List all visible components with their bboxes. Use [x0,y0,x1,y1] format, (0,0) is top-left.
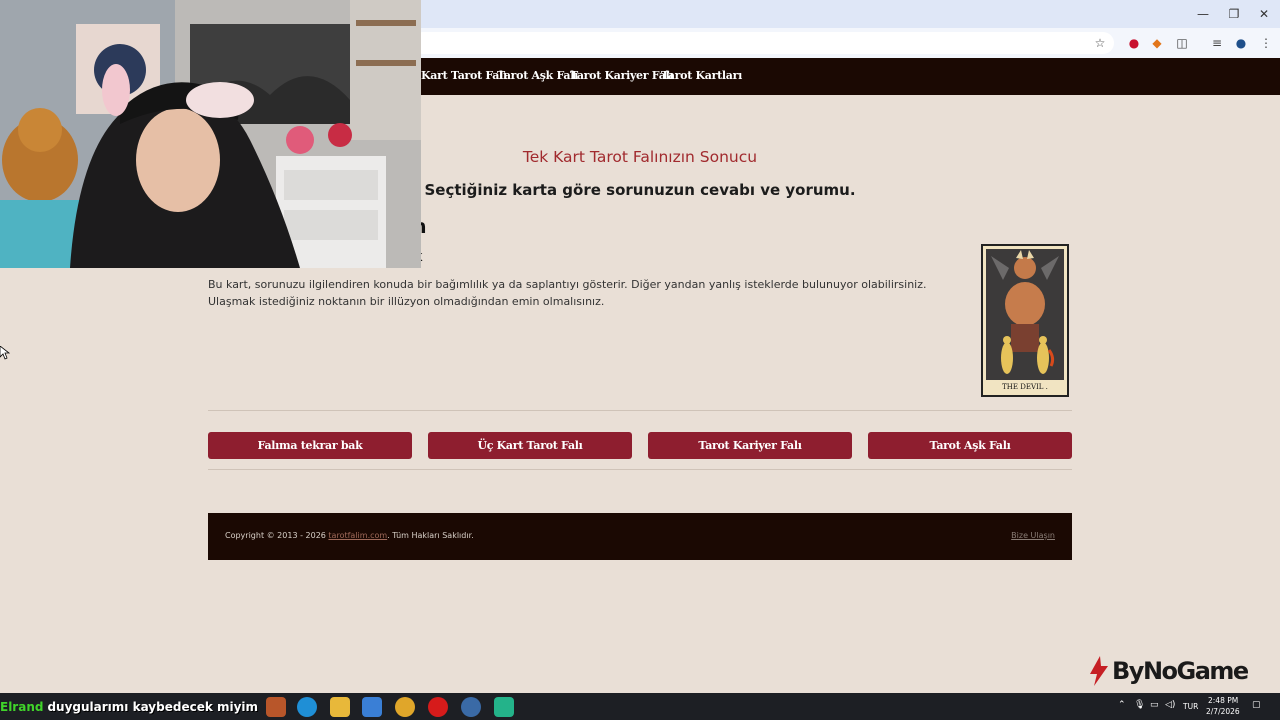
store-icon[interactable] [362,697,382,717]
green-app-icon[interactable] [494,697,514,717]
microphone-icon[interactable]: 🎙 [1134,700,1145,710]
star-icon[interactable]: ☆ [1091,34,1109,52]
clock-time[interactable]: 2:48 PM [1208,696,1238,705]
site-link[interactable]: tarotfalim.com [328,531,387,540]
media-app-icon[interactable] [266,697,286,717]
nav-item-cards[interactable]: Tarot Kartları [661,69,742,82]
divider [208,469,1072,470]
nav-item-single-card[interactable]: Kart Tarot Falı [421,69,507,82]
watermark-text: ByNoGame [1112,657,1249,685]
metamask-icon[interactable]: ◆ [1148,34,1166,52]
three-card-button[interactable]: Üç Kart Tarot Falı [428,432,632,459]
clock-date[interactable]: 2/7/2026 [1206,707,1240,716]
chat-message: duygularımı kaybedecek miyim [47,700,259,714]
profile-icon[interactable]: ● [1232,34,1250,52]
chrome-active-icon[interactable] [461,697,481,717]
media-icon[interactable]: ≡ [1208,34,1226,52]
chat-username: Elrand [0,700,44,714]
edge-icon[interactable] [297,697,317,717]
mouse-cursor-icon [0,345,11,364]
volume-icon[interactable]: ◁) [1165,700,1175,710]
opera-icon[interactable] [428,697,448,717]
extension-badge-icon[interactable]: ● [1125,34,1143,52]
notification-icon[interactable]: ▢ [1252,700,1261,710]
card-description: Bu kart, sorunuzu ilgilendiren konuda bi… [208,278,927,308]
card-caption: THE DEVIL . [1002,383,1048,391]
chrome-icon[interactable] [395,697,415,717]
menu-dots-icon[interactable]: ⋮ [1257,34,1275,52]
webcam-overlay [0,0,421,268]
love-button[interactable]: Tarot Aşk Falı [868,432,1072,459]
career-button[interactable]: Tarot Kariyer Falı [648,432,852,459]
file-explorer-icon[interactable] [330,697,350,717]
chat-overlay: Elrand duygularımı kaybedecek miyim [0,697,258,717]
contact-link[interactable]: Bize Ulaşın [1011,531,1055,540]
watermark-logo: ByNoGame [1088,655,1249,687]
copyright-text: Copyright © 2013 - 2026 tarotfalim.com. … [225,531,474,540]
read-again-button[interactable]: Falıma tekrar bak [208,432,412,459]
minimize-button[interactable]: — [1188,5,1218,23]
site-footer: Copyright © 2013 - 2026 tarotfalim.com. … [208,513,1072,560]
address-bar[interactable] [412,32,1114,54]
chevron-up-icon[interactable]: ⌃ [1118,700,1126,710]
nav-item-career[interactable]: Tarot Kariyer Falı [570,69,674,82]
restore-button[interactable]: ❐ [1219,5,1249,23]
nav-item-love[interactable]: Tarot Aşk Falı [497,69,578,82]
system-tray: ⌃ 🎙 ▭ ◁) TUR 2:48 PM 2/7/2026 ▢ [1110,693,1280,720]
divider [208,410,1072,411]
language-indicator[interactable]: TUR [1183,702,1198,711]
network-icon[interactable]: ▭ [1150,700,1159,710]
puzzle-icon[interactable]: ◫ [1173,34,1191,52]
bynogame-logo-icon [1090,656,1108,686]
close-button[interactable]: ✕ [1249,5,1279,23]
devil-card-image: THE DEVIL . [981,244,1069,397]
